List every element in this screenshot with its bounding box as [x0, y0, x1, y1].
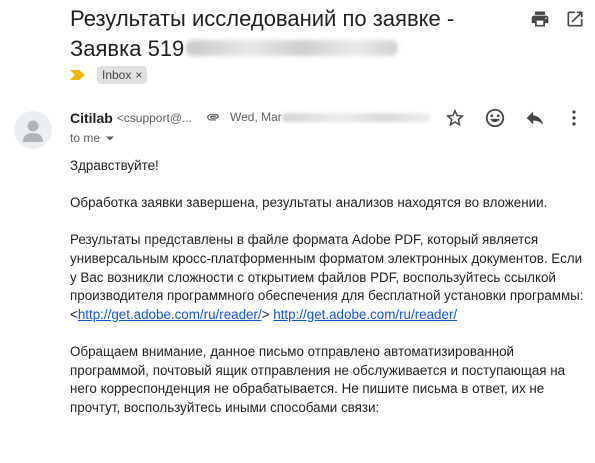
emoji-reaction-icon[interactable] [484, 107, 506, 129]
attachment-icon [207, 114, 219, 121]
adobe-reader-link-1[interactable]: http://get.adobe.com/ru/reader/ [78, 307, 262, 322]
caret-down-icon[interactable] [106, 136, 115, 141]
sender-name[interactable]: Citilab [70, 110, 113, 126]
sender-email: <csupport@... [116, 111, 192, 125]
label-row: Inbox × [70, 66, 148, 84]
open-in-new-window-icon[interactable] [565, 9, 585, 29]
print-icon[interactable] [530, 9, 550, 29]
star-icon[interactable] [444, 107, 466, 129]
inbox-label-chip: Inbox × [97, 66, 148, 84]
more-options-icon[interactable] [563, 107, 585, 129]
greeting: Здравствуйте! [70, 158, 159, 173]
paragraph-pdf-info: Результаты представлены в файле формата … [70, 231, 585, 324]
avatar-person-icon [23, 120, 43, 142]
adobe-reader-link-2[interactable]: http://get.adobe.com/ru/reader/ [273, 307, 457, 322]
importance-marker-icon[interactable] [70, 70, 85, 80]
paragraph-processing: Обработка заявки завершена, результаты а… [70, 195, 548, 211]
link-bracket-close: > [261, 306, 270, 322]
reply-icon[interactable] [524, 107, 546, 129]
email-subject: Результаты исследований по заявке - Заяв… [70, 4, 500, 64]
email-body: Здравствуйте! Обработка заявки завершена… [70, 157, 585, 436]
inbox-label-text: Inbox [102, 68, 132, 82]
subject-redacted-blur [186, 40, 399, 57]
email-date: Wed, Mar [230, 110, 282, 124]
pdf-info-text: Результаты представлены в файле формата … [70, 232, 584, 304]
paragraph-notice: Обращаем внимание, данное письмо отправл… [70, 343, 566, 415]
remove-label-button[interactable]: × [135, 67, 142, 83]
recipient-details-toggle[interactable]: to me [70, 131, 115, 145]
date-redacted-blur [282, 113, 430, 122]
subject-line-2-text: Заявка 519 [70, 36, 185, 61]
subject-line-2: Заявка 519 [70, 34, 500, 64]
sender-row: Citilab <csupport@... [70, 108, 192, 128]
link-bracket-open: < [70, 306, 78, 322]
recipient-text: to me [70, 131, 101, 145]
avatar[interactable] [14, 111, 52, 149]
subject-line-1: Результаты исследований по заявке - [70, 6, 455, 31]
